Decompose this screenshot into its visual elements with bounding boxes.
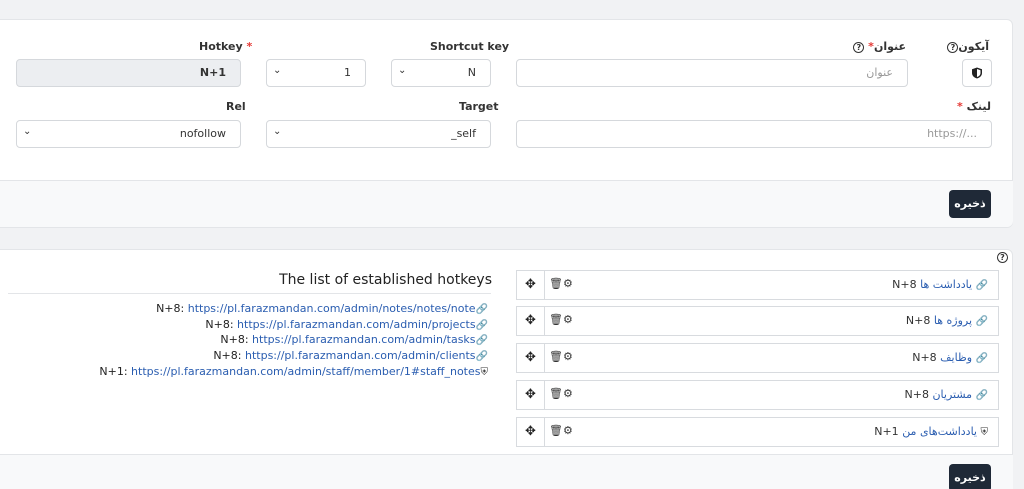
trash-icon[interactable]: 🗑 (549, 313, 563, 326)
hotkeys-footer (0, 454, 1013, 489)
hotkey-field: N+1 (16, 59, 241, 87)
shortcut-key-select[interactable]: ⌄ N (391, 59, 491, 87)
link-icon: 🔗 (475, 304, 488, 315)
help-icon[interactable]: ? (853, 41, 865, 53)
icon-label: ? آیکون (947, 40, 989, 53)
link-icon: 🔗 (975, 280, 988, 291)
title-placeholder: عنوان (866, 66, 893, 79)
move-icon[interactable]: ✥ (517, 381, 545, 409)
link-label: * لینک (957, 100, 991, 113)
shield-icon (972, 67, 982, 79)
link-icon: 🔗 (975, 353, 988, 364)
target-select[interactable]: ⌄ _self (266, 120, 491, 148)
chevron-down-icon: ⌄ (398, 65, 407, 76)
trash-icon[interactable]: 🗑 (549, 387, 563, 400)
chevron-down-icon: ⌄ (273, 65, 282, 76)
title-input[interactable]: عنوان (516, 59, 908, 87)
gear-icon[interactable]: ⚙ (563, 424, 573, 437)
icon-picker-button[interactable] (962, 59, 992, 87)
chevron-down-icon: ⌄ (23, 126, 32, 137)
link-icon: 🔗 (975, 390, 988, 401)
link-icon: 🔗 (475, 351, 488, 362)
gear-icon[interactable]: ⚙ (563, 313, 573, 326)
gear-icon[interactable]: ⚙ (563, 277, 573, 290)
menu-item-row[interactable]: ✥ 🗑⚙ N+8 پروژه ها 🔗 (516, 306, 999, 336)
hotkey-label: Hotkey * (199, 40, 253, 53)
divider (8, 293, 491, 294)
link-input[interactable]: https://... (516, 120, 992, 148)
link-icon: 🔗 (975, 316, 988, 327)
hotkey-list-item: N+8: https://pl.farazmandan.com/admin/pr… (205, 318, 488, 331)
rel-select[interactable]: ⌄ nofollow (16, 120, 241, 148)
hotkey-list-item: N+1: https://pl.farazmandan.com/admin/st… (99, 365, 488, 378)
menu-item-row[interactable]: ✥ 🗑⚙ N+8 وظایف 🔗 (516, 343, 999, 373)
move-icon[interactable]: ✥ (517, 307, 545, 335)
hotkeys-list-title: The list of established hotkeys (279, 272, 492, 288)
save-button-bottom[interactable]: ذخیره (949, 464, 991, 489)
gear-icon[interactable]: ⚙ (563, 350, 573, 363)
chevron-down-icon: ⌄ (273, 126, 282, 137)
hotkey-list-item: N+8: https://pl.farazmandan.com/admin/ta… (220, 333, 488, 346)
link-icon: 🔗 (475, 335, 488, 346)
move-icon[interactable]: ✥ (517, 418, 545, 446)
save-button[interactable]: ذخیره (949, 190, 991, 218)
trash-icon[interactable]: 🗑 (549, 424, 563, 437)
menu-item-row[interactable]: ✥ 🗑⚙ N+8 مشتریان 🔗 (516, 380, 999, 410)
shield-icon: ⛨ (480, 367, 489, 378)
trash-icon[interactable]: 🗑 (549, 277, 563, 290)
shield-icon: ⛨ (980, 427, 989, 438)
title-label: ? *عنوان (853, 40, 906, 53)
trash-icon[interactable]: 🗑 (549, 350, 563, 363)
help-icon[interactable]: ? (947, 41, 959, 53)
shortcut-number-select[interactable]: ⌄ 1 (266, 59, 366, 87)
link-icon: 🔗 (475, 320, 488, 331)
rel-label: Rel (226, 100, 246, 113)
menu-item-row[interactable]: ✥ 🗑⚙ N+8 یادداشت ها 🔗 (516, 270, 999, 300)
menu-item-row[interactable]: ✥ 🗑⚙ N+1 یادداشت‌های من ⛨ (516, 417, 999, 447)
shortcut-key-label: Shortcut key (430, 40, 510, 53)
move-icon[interactable]: ✥ (517, 271, 545, 299)
gear-icon[interactable]: ⚙ (563, 387, 573, 400)
form-footer (0, 180, 1013, 227)
move-icon[interactable]: ✥ (517, 344, 545, 372)
target-label: Target (459, 100, 499, 113)
help-icon[interactable]: ? (997, 252, 1008, 263)
hotkey-list-item: N+8: https://pl.farazmandan.com/admin/no… (156, 302, 488, 315)
hotkey-list-item: N+8: https://pl.farazmandan.com/admin/cl… (213, 349, 488, 362)
